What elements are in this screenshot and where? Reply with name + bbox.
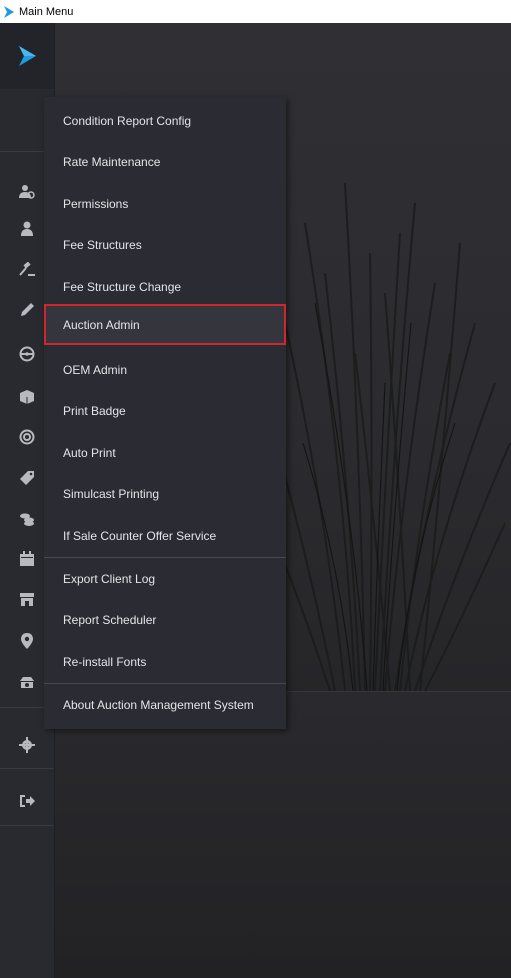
menu-item-report-scheduler[interactable]: Report Scheduler bbox=[44, 599, 286, 640]
planter bbox=[55, 691, 511, 978]
window-title: Main Menu bbox=[19, 5, 74, 18]
gavel-icon[interactable] bbox=[18, 261, 36, 279]
location-pin-icon[interactable] bbox=[18, 632, 36, 650]
menu-item-label: Simulcast Printing bbox=[63, 486, 160, 501]
target-icon[interactable] bbox=[18, 428, 36, 446]
coins-icon[interactable] bbox=[18, 510, 36, 528]
user-group-icon[interactable] bbox=[18, 183, 36, 201]
admin-menu: Condition Report Config Rate Maintenance… bbox=[44, 97, 286, 729]
menu-item-label: If Sale Counter Offer Service bbox=[63, 528, 217, 543]
app-logo-icon bbox=[4, 5, 14, 18]
menu-item-export-client-log[interactable]: Export Client Log bbox=[44, 558, 286, 599]
sign-out-icon[interactable] bbox=[18, 792, 36, 810]
gear-icon[interactable] bbox=[18, 736, 36, 754]
menu-item-label: Report Scheduler bbox=[63, 612, 157, 627]
menu-item-label: Permissions bbox=[63, 196, 129, 211]
menu-item-label: About Auction Management System bbox=[63, 697, 254, 712]
menu-item-label: Export Client Log bbox=[63, 571, 156, 586]
title-bar: Main Menu bbox=[0, 0, 511, 23]
menu-item-label: Auto Print bbox=[63, 445, 116, 460]
menu-item-label: Fee Structures bbox=[63, 237, 142, 252]
menu-item-fee-structure-change[interactable]: Fee Structure Change bbox=[44, 266, 286, 307]
menu-item-label: Condition Report Config bbox=[63, 113, 192, 128]
menu-item-auction-admin[interactable]: Auction Admin bbox=[44, 304, 286, 345]
menu-item-oem-admin[interactable]: OEM Admin bbox=[44, 349, 286, 390]
menu-item-label: Re-install Fonts bbox=[63, 654, 147, 669]
logo-block[interactable] bbox=[0, 23, 54, 89]
menu-item-label: Print Badge bbox=[63, 403, 126, 418]
sidebar-divider bbox=[0, 825, 54, 826]
storefront-icon[interactable] bbox=[18, 590, 36, 608]
menu-item-fee-structures[interactable]: Fee Structures bbox=[44, 224, 286, 265]
steering-wheel-icon[interactable] bbox=[18, 345, 36, 363]
tag-icon[interactable] bbox=[18, 469, 36, 487]
menu-item-condition-report-config[interactable]: Condition Report Config bbox=[44, 100, 286, 141]
menu-item-permissions[interactable]: Permissions bbox=[44, 183, 286, 224]
menu-item-about-auction-management-system[interactable]: About Auction Management System bbox=[44, 684, 286, 725]
menu-item-re-install-fonts[interactable]: Re-install Fonts bbox=[44, 641, 286, 682]
menu-item-simulcast-printing[interactable]: Simulcast Printing bbox=[44, 473, 286, 514]
menu-item-print-badge[interactable]: Print Badge bbox=[44, 390, 286, 431]
calendar-icon[interactable] bbox=[18, 550, 36, 568]
menu-item-auto-print[interactable]: Auto Print bbox=[44, 432, 286, 473]
package-icon[interactable] bbox=[18, 388, 36, 406]
menu-item-rate-maintenance[interactable]: Rate Maintenance bbox=[44, 141, 286, 182]
menu-item-label: Auction Admin bbox=[63, 317, 140, 332]
menu-item-label: OEM Admin bbox=[63, 362, 128, 377]
app-logo-icon bbox=[19, 46, 36, 66]
menu-item-label: Fee Structure Change bbox=[63, 279, 182, 294]
user-icon[interactable] bbox=[18, 220, 36, 238]
menu-item-label: Rate Maintenance bbox=[63, 154, 161, 169]
pencil-icon[interactable] bbox=[18, 301, 36, 319]
menu-item-if-sale-counter-offer-service[interactable]: If Sale Counter Offer Service bbox=[44, 515, 286, 556]
sidebar-divider bbox=[0, 768, 54, 769]
car-wash-icon[interactable] bbox=[18, 673, 36, 691]
